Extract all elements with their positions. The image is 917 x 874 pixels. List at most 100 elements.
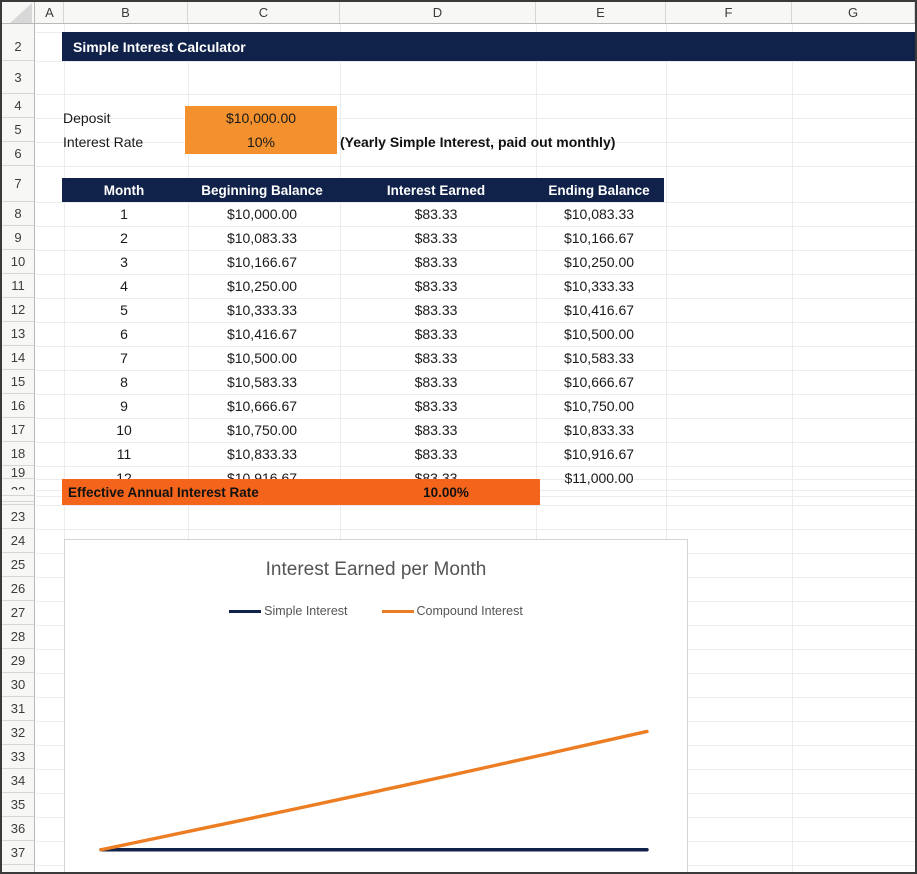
effective-rate-value: 10.00% bbox=[423, 484, 469, 500]
row-header-8[interactable]: 8 bbox=[2, 202, 34, 226]
select-all-corner[interactable] bbox=[2, 2, 35, 23]
column-header-d[interactable]: D bbox=[340, 2, 536, 23]
row-header-14[interactable]: 14 bbox=[2, 346, 34, 370]
row-header-13[interactable]: 13 bbox=[2, 322, 34, 346]
table-cell: $83.33 bbox=[414, 278, 458, 294]
table-cell: $10,500.00 bbox=[226, 350, 298, 366]
row-header-27[interactable]: 27 bbox=[2, 601, 34, 625]
table-column-header: Beginning Balance bbox=[186, 178, 338, 202]
row-header-34[interactable]: 34 bbox=[2, 769, 34, 793]
table-cell: $10,500.00 bbox=[563, 326, 635, 342]
row-header-4[interactable]: 4 bbox=[2, 94, 34, 118]
column-header-f[interactable]: F bbox=[666, 2, 792, 23]
row-header-33[interactable]: 33 bbox=[2, 745, 34, 769]
legend-line-swatch bbox=[381, 609, 414, 613]
table-cell: $10,333.33 bbox=[226, 302, 298, 318]
row-header-18[interactable]: 18 bbox=[2, 442, 34, 466]
legend-item: Simple Interest bbox=[229, 604, 348, 618]
table-cell: $10,250.00 bbox=[563, 254, 635, 270]
row-header-36[interactable]: 36 bbox=[2, 817, 34, 841]
column-header-g[interactable]: G bbox=[792, 2, 915, 23]
table-cell: 10 bbox=[116, 422, 132, 438]
row-header-32[interactable]: 32 bbox=[2, 721, 34, 745]
row-header-25[interactable]: 25 bbox=[2, 553, 34, 577]
row-header-26[interactable]: 26 bbox=[2, 577, 34, 601]
table-cell: 5 bbox=[120, 302, 128, 318]
row-header-17[interactable]: 17 bbox=[2, 418, 34, 442]
grid-row-line bbox=[36, 529, 915, 530]
row-header-11[interactable]: 11 bbox=[2, 274, 34, 298]
grid-row-line bbox=[36, 61, 915, 62]
row-header-5[interactable]: 5 bbox=[2, 118, 34, 142]
row-header-2[interactable]: 2 bbox=[2, 32, 34, 61]
row-header-12[interactable]: 12 bbox=[2, 298, 34, 322]
effective-rate-label: Effective Annual Interest Rate bbox=[68, 484, 259, 500]
table-cell: $10,000.00 bbox=[226, 206, 298, 222]
row-header-30[interactable]: 30 bbox=[2, 673, 34, 697]
legend-line-swatch bbox=[229, 609, 262, 613]
table-cell: 4 bbox=[120, 278, 128, 294]
chart-plot-area bbox=[99, 729, 649, 852]
column-header-b[interactable]: B bbox=[64, 2, 188, 23]
deposit-label: Deposit bbox=[63, 110, 111, 126]
table-cell: $83.33 bbox=[414, 230, 458, 246]
deposit-input-cell[interactable]: $10,000.00 bbox=[185, 106, 337, 130]
row-header-35[interactable]: 35 bbox=[2, 793, 34, 817]
select-all-triangle-icon bbox=[10, 3, 32, 23]
row-header-10[interactable]: 10 bbox=[2, 250, 34, 274]
row-header-19[interactable]: 19 bbox=[2, 466, 34, 479]
table-cell: $10,083.33 bbox=[563, 206, 635, 222]
table-cell: $83.33 bbox=[414, 326, 458, 342]
row-header-15[interactable]: 15 bbox=[2, 370, 34, 394]
table-cell: $10,333.33 bbox=[563, 278, 635, 294]
table-cell: $83.33 bbox=[414, 254, 458, 270]
table-cell: $83.33 bbox=[414, 206, 458, 222]
table-cell: $83.33 bbox=[414, 422, 458, 438]
chart-series-line bbox=[99, 729, 649, 852]
column-header-strip: ABCDEFG bbox=[2, 2, 915, 24]
spreadsheet-window: ABCDEFG 23456789101112131415161718192223… bbox=[0, 0, 917, 874]
row-header-29[interactable]: 29 bbox=[2, 649, 34, 673]
chart-legend: Simple Interest Compound Interest bbox=[65, 604, 687, 618]
grid-column-line bbox=[792, 24, 793, 872]
table-cell: $10,750.00 bbox=[226, 422, 298, 438]
table-cell: $10,416.67 bbox=[563, 302, 635, 318]
legend-item: Compound Interest bbox=[381, 604, 523, 618]
interest-rate-input-cell[interactable]: 10% bbox=[185, 130, 337, 154]
row-header-31[interactable]: 31 bbox=[2, 697, 34, 721]
table-cell: $83.33 bbox=[414, 398, 458, 414]
table-cell: $10,416.67 bbox=[226, 326, 298, 342]
grid-row-line bbox=[36, 166, 915, 167]
row-header-16[interactable]: 16 bbox=[2, 394, 34, 418]
table-cell: $83.33 bbox=[414, 302, 458, 318]
row-header-37[interactable]: 37 bbox=[2, 841, 34, 865]
grid-row-line bbox=[36, 94, 915, 95]
table-cell: $10,750.00 bbox=[563, 398, 635, 414]
column-header-c[interactable]: C bbox=[188, 2, 340, 23]
row-header-3[interactable]: 3 bbox=[2, 61, 34, 94]
interest-rate-label: Interest Rate bbox=[63, 134, 144, 150]
table-cell: $10,166.67 bbox=[563, 230, 635, 246]
table-cell: $10,583.33 bbox=[226, 374, 298, 390]
row-header-28[interactable]: 28 bbox=[2, 625, 34, 649]
table-column-header: Ending Balance bbox=[534, 178, 664, 202]
column-header-a[interactable]: A bbox=[36, 2, 64, 23]
table-cell: 9 bbox=[120, 398, 128, 414]
row-header-7[interactable]: 7 bbox=[2, 166, 34, 202]
table-cell: $10,833.33 bbox=[226, 446, 298, 462]
row-header-23[interactable]: 23 bbox=[2, 505, 34, 529]
table-column-header: Month bbox=[62, 178, 186, 202]
table-cell: $10,083.33 bbox=[226, 230, 298, 246]
row-header-9[interactable]: 9 bbox=[2, 226, 34, 250]
row-header-24[interactable]: 24 bbox=[2, 529, 34, 553]
table-cell: 6 bbox=[120, 326, 128, 342]
table-cell: $10,250.00 bbox=[226, 278, 298, 294]
column-header-e[interactable]: E bbox=[536, 2, 666, 23]
sheet-title-text: Simple Interest Calculator bbox=[73, 38, 246, 55]
row-header-hidden-21[interactable] bbox=[2, 496, 34, 502]
row-header-6[interactable]: 6 bbox=[2, 142, 34, 166]
interest-chart[interactable]: Interest Earned per Month Simple Interes… bbox=[64, 539, 688, 872]
legend-label: Compound Interest bbox=[416, 604, 523, 618]
table-cell: 7 bbox=[120, 350, 128, 366]
table-cell: $10,666.67 bbox=[226, 398, 298, 414]
